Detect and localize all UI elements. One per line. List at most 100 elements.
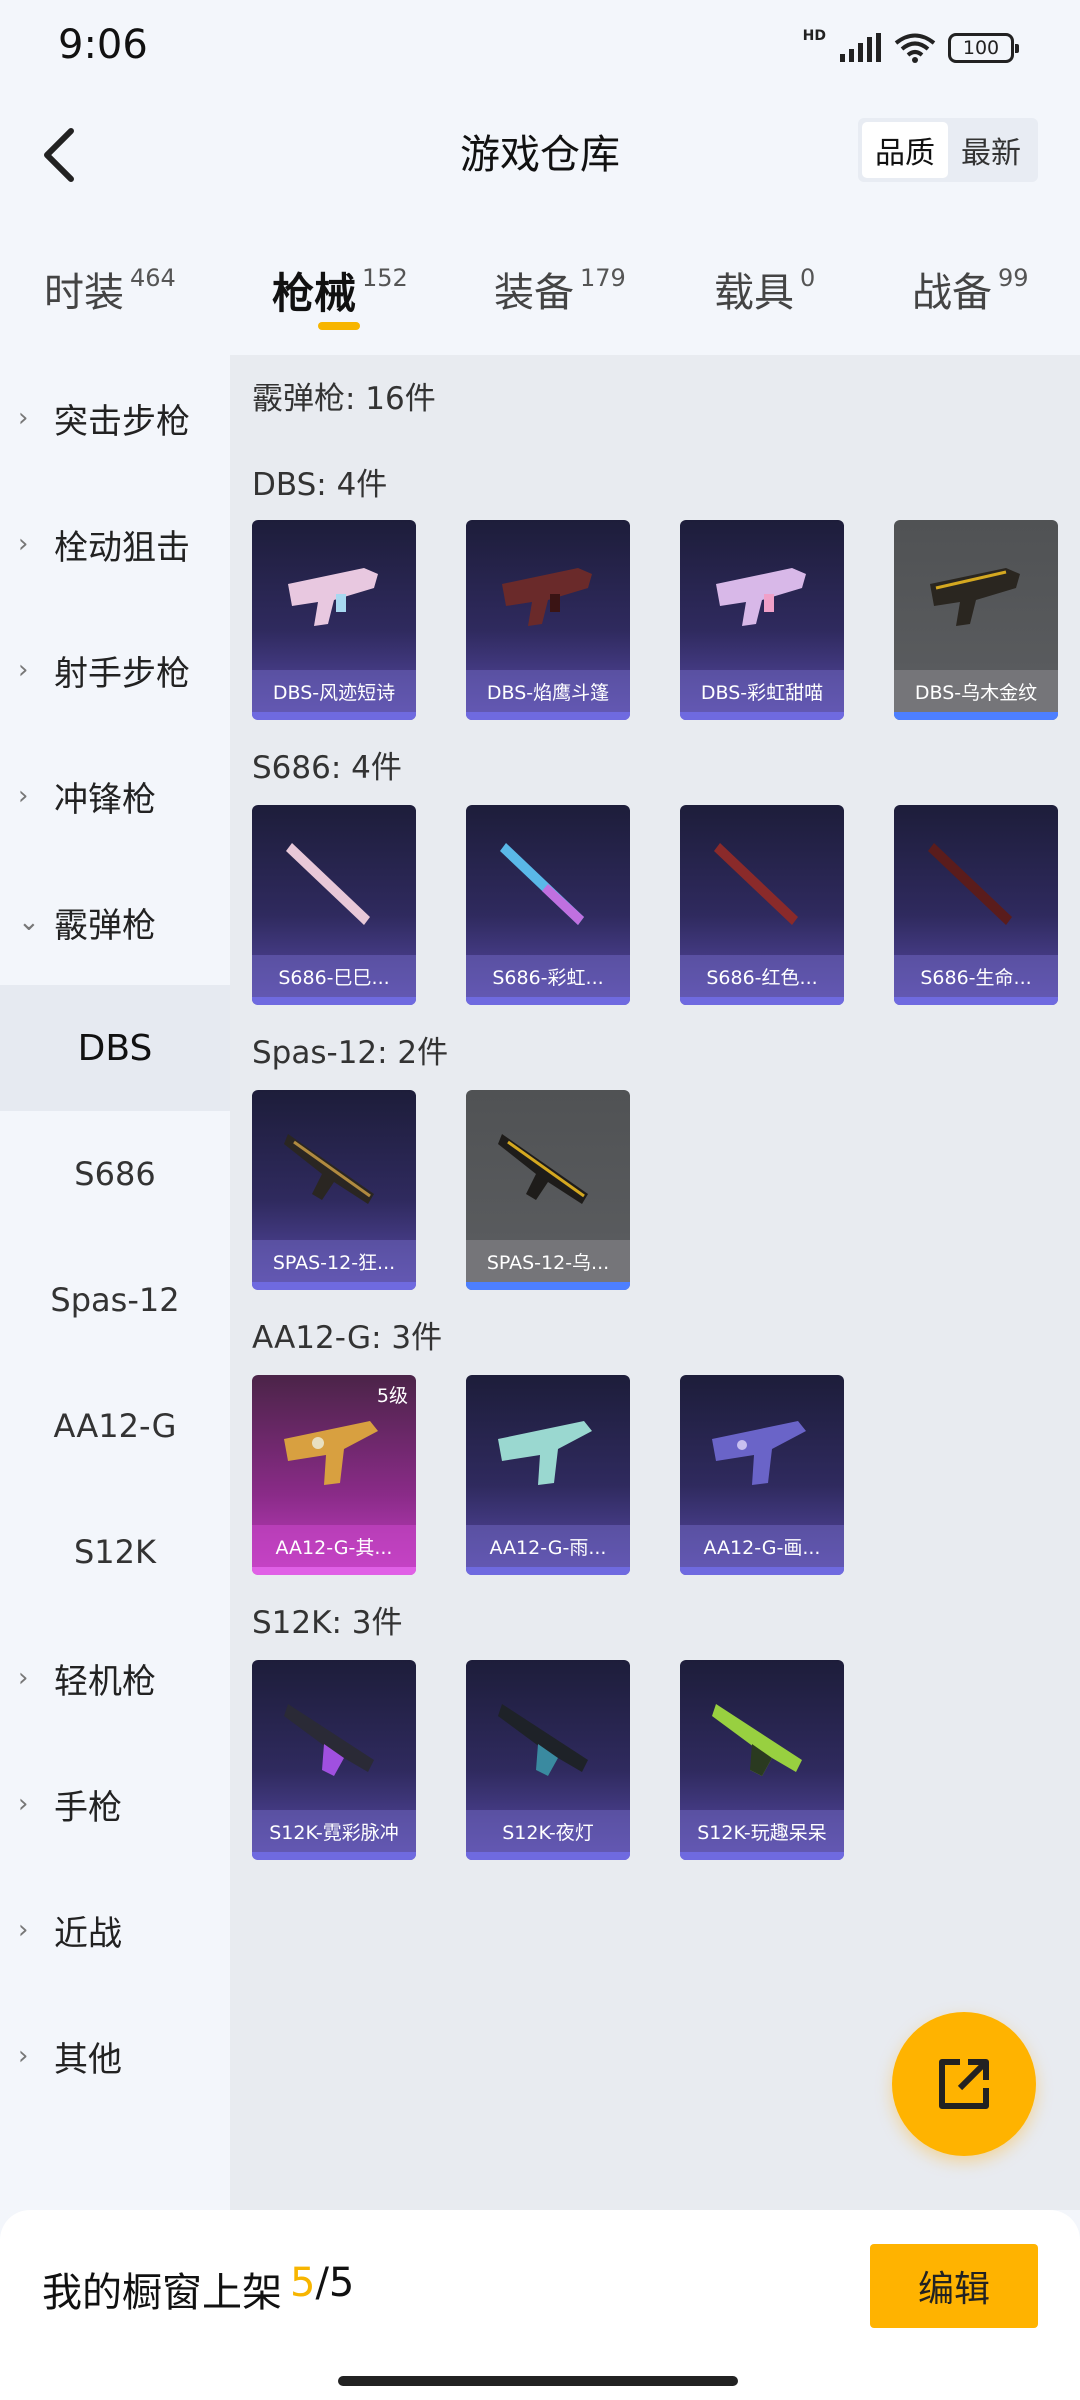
- weapon-card[interactable]: AA12-G-画...: [680, 1375, 844, 1575]
- rarity-bar: [466, 1567, 630, 1575]
- shotgun-icon: [930, 568, 1020, 626]
- rarity-bar: [894, 712, 1058, 720]
- sort-latest-button[interactable]: 最新: [948, 122, 1034, 178]
- rarity-bar: [680, 997, 844, 1005]
- weapon-card[interactable]: SPAS-12-乌...: [466, 1090, 630, 1290]
- sidebar-item-smg[interactable]: › 冲锋枪: [0, 733, 230, 859]
- weapon-card[interactable]: S686-红色...: [680, 805, 844, 1005]
- weapon-card[interactable]: DBS-彩虹甜喵: [680, 520, 844, 720]
- weapon-name: DBS-乌木金纹: [894, 670, 1058, 712]
- sidebar-subitem-s12k[interactable]: S12K: [0, 1489, 230, 1615]
- shotgun-icon: [502, 568, 592, 626]
- tab-count: 0: [800, 264, 816, 292]
- sidebar-item-other[interactable]: › 其他: [0, 1993, 230, 2119]
- weapon-card[interactable]: S12K-夜灯: [466, 1660, 630, 1860]
- rarity-bar: [466, 1852, 630, 1860]
- weapon-name: DBS-焰鹰斗篷: [466, 670, 630, 712]
- header: 游戏仓库 品质 最新: [0, 100, 1080, 210]
- chevron-right-icon: ›: [18, 1663, 29, 1693]
- shotgun-icon: [498, 1134, 588, 1204]
- chevron-right-icon: ›: [18, 2041, 29, 2071]
- signal-icon: [840, 33, 881, 62]
- tab-label: 装备: [494, 270, 574, 316]
- showcase-status: 我的橱窗上架 5 /5: [42, 2260, 354, 2318]
- weapon-name: S12K-夜灯: [466, 1810, 630, 1852]
- sidebar-item-label: 突击步枪: [54, 401, 190, 442]
- weapon-name: SPAS-12-乌...: [466, 1240, 630, 1282]
- sidebar-item-label: 栓动狙击: [54, 527, 190, 568]
- chevron-right-icon: ›: [18, 781, 29, 811]
- sort-quality-button[interactable]: 品质: [862, 122, 948, 178]
- sidebar-item-label: 射手步枪: [54, 653, 190, 694]
- rarity-bar: [466, 1282, 630, 1290]
- tab-equipment[interactable]: 装备 179: [494, 260, 626, 318]
- shotgun-icon: [498, 1421, 592, 1485]
- tab-count: 464: [130, 264, 176, 292]
- showcase-total: /5: [315, 2260, 355, 2306]
- weapon-card[interactable]: DBS-焰鹰斗篷: [466, 520, 630, 720]
- shotgun-icon: [498, 1704, 588, 1776]
- sidebar-item-melee[interactable]: › 近战: [0, 1867, 230, 1993]
- hd-indicator: HD: [802, 28, 826, 44]
- weapon-name: DBS-风迹短诗: [252, 670, 416, 712]
- shotgun-icon: [286, 843, 370, 925]
- tab-label: 枪械: [272, 269, 357, 318]
- shotgun-icon: [288, 568, 378, 626]
- rarity-bar: [252, 712, 416, 720]
- weapon-name: AA12-G-其...: [252, 1525, 416, 1567]
- weapon-name: AA12-G-画...: [680, 1525, 844, 1567]
- sidebar-item-bolt-sniper[interactable]: › 栓动狙击: [0, 481, 230, 607]
- sidebar-item-label: 冲锋枪: [54, 779, 156, 820]
- bottom-bar: 我的橱窗上架 5 /5 编辑: [0, 2210, 1080, 2400]
- shotgun-icon: [928, 843, 1012, 925]
- category-total: 霰弹枪: 16件: [252, 381, 436, 417]
- edit-button[interactable]: 编辑: [870, 2244, 1038, 2328]
- shotgun-icon: [284, 1421, 378, 1485]
- sidebar-item-marksman-rifle[interactable]: › 射手步枪: [0, 607, 230, 733]
- weapon-card[interactable]: S686-生命...: [894, 805, 1058, 1005]
- home-indicator[interactable]: [338, 2376, 738, 2386]
- chevron-right-icon: ›: [18, 403, 29, 433]
- weapon-card[interactable]: SPAS-12-狂...: [252, 1090, 416, 1290]
- weapon-card[interactable]: S686-彩虹...: [466, 805, 630, 1005]
- sidebar-subitem-dbs[interactable]: DBS: [0, 985, 230, 1111]
- tab-firearms[interactable]: 枪械 152: [272, 260, 408, 321]
- sidebar-subitem-s686[interactable]: S686: [0, 1111, 230, 1237]
- tab-supplies[interactable]: 战备 99: [912, 260, 1029, 318]
- tab-fashion[interactable]: 时装 464: [44, 260, 176, 318]
- weapon-card[interactable]: S12K-玩趣呆呆: [680, 1660, 844, 1860]
- sidebar-subitem-spas12[interactable]: Spas-12: [0, 1237, 230, 1363]
- sidebar-item-lmg[interactable]: › 轻机枪: [0, 1615, 230, 1741]
- rarity-bar: [680, 712, 844, 720]
- tab-label: 载具: [714, 270, 794, 316]
- external-link-icon: [939, 2059, 989, 2109]
- weapon-card[interactable]: DBS-乌木金纹: [894, 520, 1058, 720]
- tab-count: 179: [580, 264, 626, 292]
- weapon-name: S686-红色...: [680, 955, 844, 997]
- tab-vehicles[interactable]: 载具 0: [714, 260, 815, 318]
- weapon-card[interactable]: S12K-霓彩脉冲: [252, 1660, 416, 1860]
- weapon-card[interactable]: DBS-风迹短诗: [252, 520, 416, 720]
- weapon-card[interactable]: 5级 AA12-G-其...: [252, 1375, 416, 1575]
- status-bar: 9:06 HD 100: [0, 0, 1080, 100]
- group-title: DBS: 4件: [252, 467, 388, 503]
- tab-label: 时装: [44, 270, 124, 316]
- sidebar-subitem-aa12g[interactable]: AA12-G: [0, 1363, 230, 1489]
- shotgun-icon: [716, 568, 806, 626]
- weapon-name: S686-巳巳...: [252, 955, 416, 997]
- sidebar-item-label: 霰弹枪: [54, 905, 156, 946]
- shotgun-icon: [284, 1704, 374, 1776]
- sidebar-item-pistol[interactable]: › 手枪: [0, 1741, 230, 1867]
- weapon-card[interactable]: S686-巳巳...: [252, 805, 416, 1005]
- tab-count: 152: [362, 264, 408, 292]
- wifi-icon: [894, 33, 936, 63]
- weapon-card[interactable]: AA12-G-雨...: [466, 1375, 630, 1575]
- weapon-name: S686-生命...: [894, 955, 1058, 997]
- showcase-label: 我的橱窗上架: [42, 2270, 282, 2316]
- rarity-bar: [252, 1282, 416, 1290]
- sidebar-item-assault-rifle[interactable]: › 突击步枪: [0, 355, 230, 481]
- sidebar-item-label: 其他: [54, 2039, 122, 2080]
- share-button[interactable]: [892, 2012, 1036, 2156]
- sidebar-item-shotgun[interactable]: ⌄ 霰弹枪: [0, 859, 230, 985]
- status-icons: HD 100: [802, 28, 1019, 68]
